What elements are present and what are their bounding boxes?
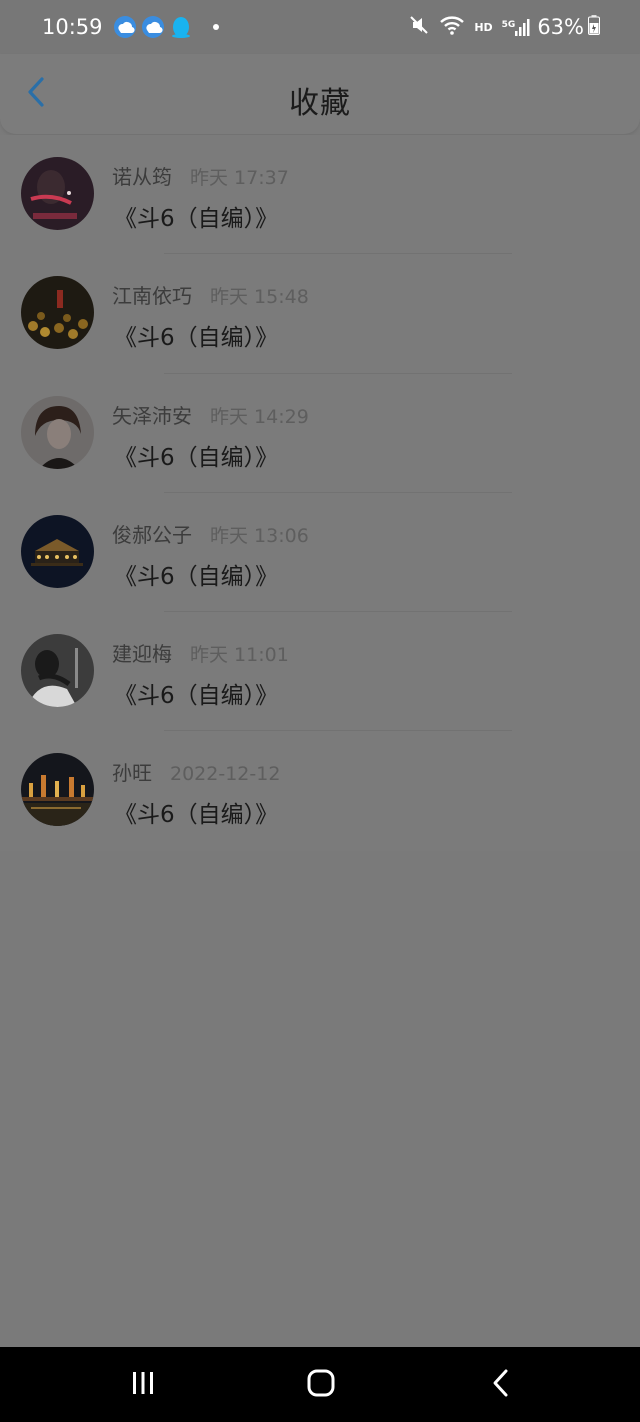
page-title: 收藏 [289,86,351,121]
more-notifications-dot [212,24,219,30]
recent-apps-button[interactable] [123,1369,163,1401]
author-name: 建迎梅 [112,642,172,667]
mute-icon [408,14,430,40]
recent-apps-icon [128,1370,158,1400]
wifi-icon [439,14,465,40]
home-icon [306,1368,336,1402]
author-name: 矢泽沛安 [112,403,192,428]
book-title: 《斗6（自编）》 [114,444,279,471]
author-name: 俊郝公子 [112,522,192,547]
list-item[interactable]: 江南依巧 昨天 15:48 《斗6（自编）》 [0,254,640,374]
timestamp: 昨天 15:48 [210,286,309,309]
favorites-list: 诺从筠 昨天 17:37 《斗6（自编）》 江南依巧 昨天 15:48 《斗6（… [0,135,640,851]
list-item[interactable]: 矢泽沛安 昨天 14:29 《斗6（自编）》 [0,374,640,493]
cloud-icon [113,15,137,39]
home-button[interactable] [301,1369,341,1401]
cloud-icon [141,15,165,39]
timestamp: 昨天 14:29 [210,405,309,428]
back-icon [490,1368,512,1402]
nav-back-button[interactable] [481,1369,521,1401]
timestamp: 昨天 17:37 [190,167,289,189]
timestamp: 昨天 11:01 [190,644,289,667]
book-title: 《斗6（自编）》 [114,683,279,710]
list-item[interactable]: 诺从筠 昨天 17:37 《斗6（自编）》 [0,135,640,255]
list-item[interactable]: 孙旺 2022-12-12 《斗6（自编）》 [0,731,640,850]
avatar[interactable] [21,514,94,588]
author-name: 江南依巧 [112,284,192,309]
avatar[interactable] [21,157,94,230]
system-nav-bar [0,1347,640,1422]
signal-icon: 5G [502,18,532,36]
author-name: 孙旺 [112,761,152,786]
network-badge: HD [474,20,493,34]
list-item[interactable]: 建迎梅 昨天 11:01 《斗6（自编）》 [0,612,640,732]
avatar[interactable] [21,634,94,708]
favorites-screen: 10:59 HD 5G 63% 收藏 诺从筠 昨天 17:37 《斗6（自编）》… [0,0,640,1422]
timestamp: 2022-12-12 [170,763,281,786]
battery-percent: 63% [537,15,584,39]
app-header: 收藏 [0,54,640,134]
avatar[interactable] [21,395,94,469]
battery-charging-icon [588,15,600,39]
book-title: 《斗6（自编）》 [114,206,279,232]
avatar[interactable] [21,753,94,827]
author-name: 诺从筠 [112,165,172,189]
book-title: 《斗6（自编）》 [114,325,279,352]
timestamp: 昨天 13:06 [210,524,309,547]
list-item[interactable]: 俊郝公子 昨天 13:06 《斗6（自编）》 [0,493,640,613]
book-title: 《斗6（自编）》 [114,802,279,829]
book-title: 《斗6（自编）》 [114,563,279,590]
qq-penguin-icon [169,15,193,39]
status-bar: 10:59 HD 5G 63% [0,0,640,54]
network-gen: 5G [501,20,516,30]
status-time: 10:59 [42,15,103,39]
avatar[interactable] [21,276,94,350]
